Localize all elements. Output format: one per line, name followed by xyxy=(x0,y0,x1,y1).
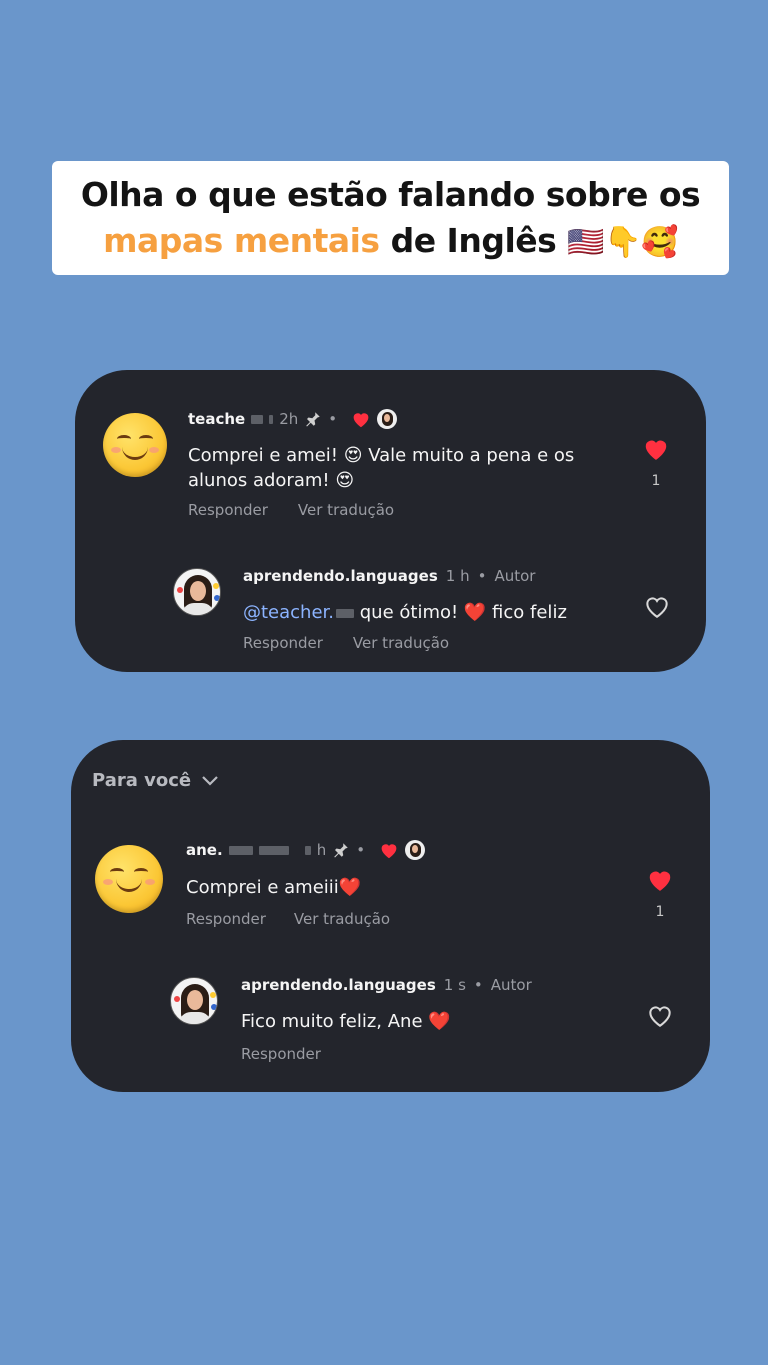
comment-actions: Responder Ver tradução xyxy=(188,501,394,519)
author-avatar[interactable] xyxy=(170,977,218,1025)
comment-text: Comprei e ameiii❤️ xyxy=(186,877,362,898)
author-liked-avatar xyxy=(405,840,426,860)
blurred-username-part xyxy=(228,845,253,855)
reply-actions: Responder xyxy=(241,1044,321,1063)
headline-banner: Olha o que estão falando sobre os mapas … xyxy=(52,161,729,275)
headline-line2: mapas mentais de Inglês 🇺🇸👇🥰 xyxy=(52,218,729,266)
section-title: Para você xyxy=(92,770,192,791)
heart-filled-icon xyxy=(353,413,369,428)
smiley-avatar-icon[interactable] xyxy=(103,413,167,477)
blurred-username-part xyxy=(258,845,289,855)
reply-username[interactable]: aprendendo.languages xyxy=(241,976,436,994)
reply-username[interactable]: aprendendo.languages xyxy=(243,567,438,585)
comment-actions: Responder Ver tradução xyxy=(186,910,390,928)
reply-actions: Responder Ver tradução xyxy=(243,634,449,652)
headline-emojis: 🇺🇸👇🥰 xyxy=(567,225,678,260)
heart-filled-icon xyxy=(381,844,397,859)
like-button-outline-icon[interactable] xyxy=(643,594,671,619)
comment-text: Comprei e amei! 😍 Vale muito a pena e os… xyxy=(188,445,575,491)
translate-button[interactable]: Ver tradução xyxy=(353,634,449,652)
author-badge: Autor xyxy=(490,976,532,994)
author-avatar[interactable] xyxy=(173,568,221,616)
headline-line2-text: de Inglês xyxy=(379,221,568,260)
like-count: 1 xyxy=(651,473,661,489)
blurred-username-part xyxy=(269,414,274,424)
reply-text-row: @teacher. que ótimo! ❤️ fico feliz xyxy=(243,600,567,625)
comment-card-1: teache 2h • Comprei e amei! 😍 Vale muito… xyxy=(75,370,706,672)
blurred-username-part xyxy=(251,414,264,424)
reply-button[interactable]: Responder xyxy=(241,1045,321,1063)
chevron-down-icon[interactable] xyxy=(201,775,219,787)
reply-button[interactable]: Responder xyxy=(186,910,266,928)
smiley-avatar-icon[interactable] xyxy=(95,845,163,913)
translate-button[interactable]: Ver tradução xyxy=(294,910,390,928)
pin-icon xyxy=(334,843,348,858)
reply-mention[interactable]: @teacher. xyxy=(243,602,334,623)
reply-header: aprendendo.languages 1 h • Autor xyxy=(243,567,535,585)
like-count: 1 xyxy=(655,904,665,920)
reply-button[interactable]: Responder xyxy=(243,634,323,652)
reply-text: que ótimo! ❤️ fico feliz xyxy=(354,602,567,623)
reply-time: 1 s xyxy=(443,976,466,994)
blurred-time-part xyxy=(304,845,311,855)
author-badge: Autor xyxy=(494,567,536,585)
dot-separator: • xyxy=(473,976,483,994)
author-liked-avatar xyxy=(377,409,398,429)
dot-separator: • xyxy=(356,841,366,859)
like-button-outline-icon[interactable] xyxy=(646,1003,674,1028)
comment-username[interactable]: ane. xyxy=(186,841,223,859)
comment-time: 2h xyxy=(279,410,299,428)
translate-button[interactable]: Ver tradução xyxy=(298,501,394,519)
like-button-filled-icon[interactable] xyxy=(642,436,670,461)
headline-highlight: mapas mentais xyxy=(103,221,380,260)
dot-separator: • xyxy=(477,567,487,585)
reply-time: 1 h xyxy=(445,567,470,585)
like-button-filled-icon[interactable] xyxy=(646,867,674,892)
reply-button[interactable]: Responder xyxy=(188,501,268,519)
blurred-mention-part xyxy=(336,608,355,618)
reply-header: aprendendo.languages 1 s • Autor xyxy=(241,976,532,994)
comment-time: h xyxy=(316,841,327,859)
comment-header: teache 2h • xyxy=(188,409,398,429)
comment-header: ane. h • xyxy=(186,840,426,860)
comment-card-2: Para você ane. h • Comprei e ameiii❤️ Re… xyxy=(71,740,710,1092)
headline-line1: Olha o que estão falando sobre os xyxy=(80,175,701,214)
dot-separator: • xyxy=(328,410,338,428)
section-header[interactable]: Para você xyxy=(92,770,219,791)
comment-username[interactable]: teache xyxy=(188,410,245,428)
reply-text: Fico muito feliz, Ane ❤️ xyxy=(241,1011,451,1032)
pin-icon xyxy=(306,412,321,427)
